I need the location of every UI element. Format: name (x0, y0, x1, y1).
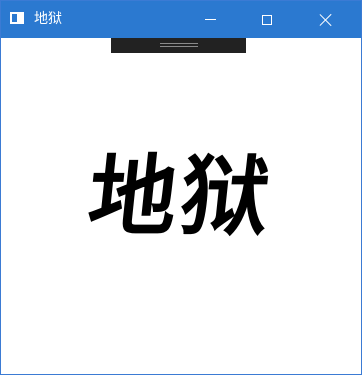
maximize-icon (262, 14, 272, 25)
grip-line-icon (160, 43, 198, 44)
close-icon (320, 14, 332, 26)
app-icon (10, 12, 24, 24)
minimize-icon (204, 19, 216, 20)
calligraphy-text: 地狱 (83, 144, 279, 248)
close-button[interactable] (303, 1, 349, 38)
window-title: 地狱 (34, 11, 62, 27)
app-window: 地狱 地狱 (0, 0, 362, 375)
drag-handle[interactable] (111, 38, 246, 53)
grip-line-icon (160, 46, 198, 47)
minimize-button[interactable] (187, 1, 233, 38)
maximize-button[interactable] (244, 1, 290, 38)
title-bar[interactable]: 地狱 (1, 1, 361, 38)
